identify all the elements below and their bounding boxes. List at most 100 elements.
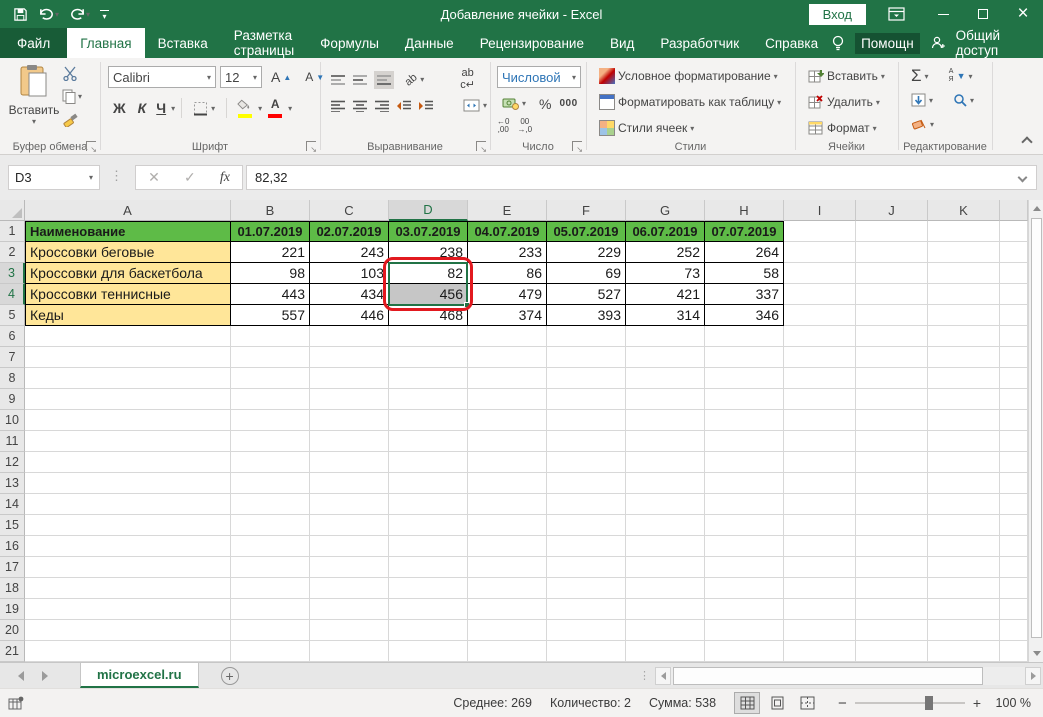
cell-F19[interactable] [547, 599, 626, 620]
cell-J7[interactable] [856, 347, 928, 368]
cell-E3[interactable]: 86 [468, 263, 547, 284]
cell-G7[interactable] [626, 347, 705, 368]
cell-B4[interactable]: 443 [231, 284, 310, 305]
scroll-right-icon[interactable] [1025, 667, 1041, 685]
cell-I6[interactable] [784, 326, 856, 347]
cell-F9[interactable] [547, 389, 626, 410]
zoom-out-button[interactable]: − [838, 695, 847, 712]
zoom-slider[interactable] [855, 702, 965, 704]
cell-B12[interactable] [231, 452, 310, 473]
cell-C10[interactable] [310, 410, 389, 431]
cell-A5[interactable]: Кеды [25, 305, 231, 326]
cell-A17[interactable] [25, 557, 231, 578]
column-header-D[interactable]: D [389, 200, 468, 221]
cell-K3[interactable] [928, 263, 1000, 284]
name-box[interactable]: D3▾ [8, 165, 100, 190]
cell-D9[interactable] [389, 389, 468, 410]
cell-C14[interactable] [310, 494, 389, 515]
customize-qat-button[interactable]: ▾ [97, 10, 112, 19]
row-header-6[interactable]: 6 [0, 326, 25, 347]
cell-H16[interactable] [705, 536, 784, 557]
cell-B9[interactable] [231, 389, 310, 410]
cell-E7[interactable] [468, 347, 547, 368]
confirm-entry-icon[interactable]: ✓ [184, 169, 196, 186]
cell-X12[interactable] [1000, 452, 1028, 473]
row-header-1[interactable]: 1 [0, 221, 25, 242]
cell-K20[interactable] [928, 620, 1000, 641]
cell-E14[interactable] [468, 494, 547, 515]
cell-K10[interactable] [928, 410, 1000, 431]
cell-X3[interactable] [1000, 263, 1028, 284]
cell-G1[interactable]: 06.07.2019 [626, 221, 705, 242]
cell-B18[interactable] [231, 578, 310, 599]
cell-D15[interactable] [389, 515, 468, 536]
cell-X20[interactable] [1000, 620, 1028, 641]
cell-I9[interactable] [784, 389, 856, 410]
cell-C18[interactable] [310, 578, 389, 599]
cell-F13[interactable] [547, 473, 626, 494]
cell-X16[interactable] [1000, 536, 1028, 557]
cancel-entry-icon[interactable]: ✕ [148, 169, 160, 186]
column-header-K[interactable]: K [928, 200, 1000, 221]
cell-E21[interactable] [468, 641, 547, 662]
cell-K11[interactable] [928, 431, 1000, 452]
cell-C8[interactable] [310, 368, 389, 389]
cell-K9[interactable] [928, 389, 1000, 410]
cell-J10[interactable] [856, 410, 928, 431]
cell-B2[interactable]: 221 [231, 242, 310, 263]
cell-D2[interactable]: 238 [389, 242, 468, 263]
cell-G12[interactable] [626, 452, 705, 473]
cell-F16[interactable] [547, 536, 626, 557]
cell-A1[interactable]: Наименование [25, 221, 231, 242]
cell-X10[interactable] [1000, 410, 1028, 431]
cell-D13[interactable] [389, 473, 468, 494]
cell-J11[interactable] [856, 431, 928, 452]
cell-H19[interactable] [705, 599, 784, 620]
cell-F15[interactable] [547, 515, 626, 536]
cell-C5[interactable]: 446 [310, 305, 389, 326]
horizontal-scrollbar[interactable] [655, 663, 1043, 688]
prev-sheet-icon[interactable] [18, 671, 24, 681]
insert-function-button[interactable]: fx [220, 170, 230, 186]
cell-X18[interactable] [1000, 578, 1028, 599]
cell-C3[interactable]: 103 [310, 263, 389, 284]
cell-I14[interactable] [784, 494, 856, 515]
cell-C1[interactable]: 02.07.2019 [310, 221, 389, 242]
column-header-A[interactable]: A [25, 200, 231, 221]
cell-X19[interactable] [1000, 599, 1028, 620]
cell-H9[interactable] [705, 389, 784, 410]
cell-E8[interactable] [468, 368, 547, 389]
ribbon-tab-2[interactable]: Вставка [145, 28, 221, 58]
cell-F11[interactable] [547, 431, 626, 452]
cell-A12[interactable] [25, 452, 231, 473]
formula-bar-splitter[interactable]: ⋮ [110, 168, 122, 184]
cell-A6[interactable] [25, 326, 231, 347]
cell-F5[interactable]: 393 [547, 305, 626, 326]
row-header-11[interactable]: 11 [0, 431, 25, 452]
cell-B7[interactable] [231, 347, 310, 368]
cell-K5[interactable] [928, 305, 1000, 326]
ribbon-tab-7[interactable]: Вид [597, 28, 647, 58]
cell-E9[interactable] [468, 389, 547, 410]
cell-G2[interactable]: 252 [626, 242, 705, 263]
cell-A11[interactable] [25, 431, 231, 452]
cell-A13[interactable] [25, 473, 231, 494]
cell-F12[interactable] [547, 452, 626, 473]
cell-H20[interactable] [705, 620, 784, 641]
cell-A19[interactable] [25, 599, 231, 620]
row-header-17[interactable]: 17 [0, 557, 25, 578]
cell-B16[interactable] [231, 536, 310, 557]
column-header-H[interactable]: H [705, 200, 784, 221]
cell-F2[interactable]: 229 [547, 242, 626, 263]
cell-X14[interactable] [1000, 494, 1028, 515]
row-header-3[interactable]: 3 [0, 263, 25, 284]
cell-E18[interactable] [468, 578, 547, 599]
cell-E4[interactable]: 479 [468, 284, 547, 305]
cell-C21[interactable] [310, 641, 389, 662]
cell-X4[interactable] [1000, 284, 1028, 305]
cell-F6[interactable] [547, 326, 626, 347]
cell-D3[interactable]: 82 [389, 263, 468, 284]
cell-H11[interactable] [705, 431, 784, 452]
cell-K4[interactable] [928, 284, 1000, 305]
cell-H2[interactable]: 264 [705, 242, 784, 263]
